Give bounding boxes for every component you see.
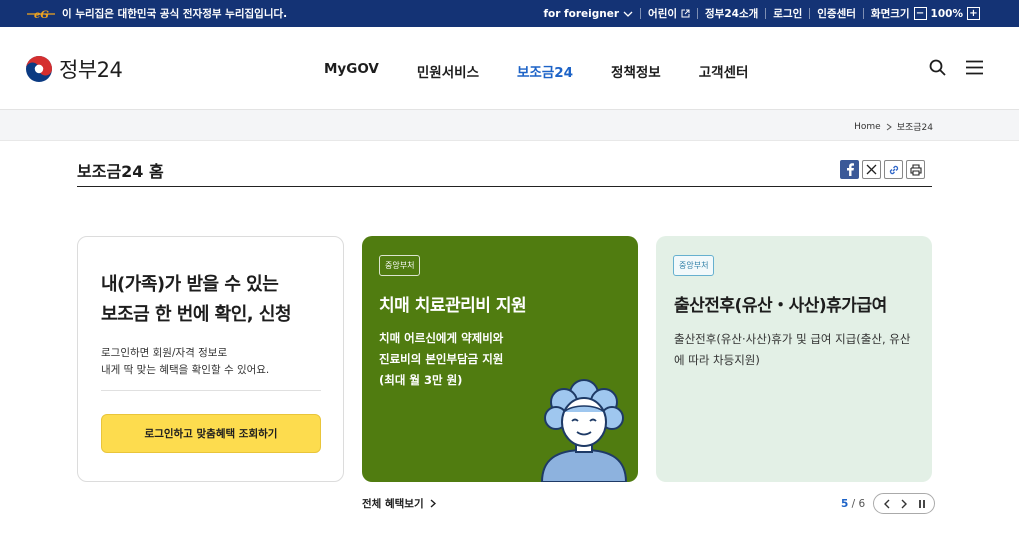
main-navigation: MyGOV 민원서비스 보조금24 정책정보 고객센터 xyxy=(324,61,786,81)
benefit-title: 치매 치료관리비 지원 xyxy=(379,296,527,316)
zoom-in-button[interactable]: + xyxy=(967,7,980,20)
nav-customer-center[interactable]: 고객센터 xyxy=(699,61,749,81)
benefit-card-dementia[interactable]: 중앙부처 치매 치료관리비 지원 치매 어르신에게 약제비와 진료비의 본인부담… xyxy=(362,236,638,482)
about-label: 정부24소개 xyxy=(705,8,759,20)
site-header: 정부24 MyGOV 민원서비스 보조금24 정책정보 고객센터 xyxy=(0,27,1019,110)
zoom-level: 100% xyxy=(930,7,963,20)
nav-subsidy24[interactable]: 보조금24 xyxy=(517,61,573,81)
login-label: 로그인 xyxy=(773,8,803,20)
taegeuk-logo-icon xyxy=(26,56,52,82)
divider xyxy=(101,390,321,391)
pause-icon[interactable] xyxy=(918,499,926,509)
font-size-label: 화면크기 xyxy=(870,8,910,20)
benefit-card-maternity-leave[interactable]: 중앙부처 출산전후(유산・사산)휴가급여 출산전후(유산·사산)휴가 및 급여 … xyxy=(656,236,932,482)
breadcrumb-home[interactable]: Home xyxy=(854,122,881,132)
external-link-icon xyxy=(681,9,690,18)
home-logo[interactable]: 정부24 xyxy=(25,54,123,84)
login-check-benefits-button[interactable]: 로그인하고 맞춤혜택 조회하기 xyxy=(101,414,321,453)
benefit-description: 출산전후(유산·사산)휴가 및 급여 지급(출산, 유산에 따라 차등지원) xyxy=(674,332,911,367)
breadcrumb-current[interactable]: 보조금24 xyxy=(897,120,933,133)
nav-civil-service[interactable]: 민원서비스 xyxy=(417,61,479,81)
cert-center-link[interactable]: 인증센터 xyxy=(810,6,863,21)
ministry-tag: 중앙부처 xyxy=(379,255,421,276)
elderly-woman-illustration-icon xyxy=(540,379,628,482)
share-tools xyxy=(840,160,925,179)
login-card-desc-line2: 내게 딱 맞는 혜택을 확인할 수 있어요. xyxy=(101,364,270,376)
copy-link-button[interactable] xyxy=(884,160,903,179)
for-foreigner-label: for foreigner xyxy=(543,7,620,20)
about-link[interactable]: 정부24소개 xyxy=(698,6,765,21)
font-size-control: 화면크기 − 100% + xyxy=(864,6,987,21)
link-icon xyxy=(889,165,898,174)
login-card-desc-line1: 로그인하면 회원/자격 정보로 xyxy=(101,347,228,359)
login-benefit-card: 내(가족)가 받을 수 있는 보조금 한 번에 확인, 신청 로그인하면 회원/… xyxy=(77,236,344,482)
benefit-desc-line3: (최대 월 3만 원) xyxy=(379,373,463,387)
egov-logo-icon: eG xyxy=(27,10,55,20)
carousel-controls xyxy=(873,493,936,514)
benefit-description: 치매 어르신에게 약제비와 진료비의 본인부담금 지원 (최대 월 3만 원) xyxy=(379,328,503,391)
breadcrumb: Home 보조금24 xyxy=(854,120,933,134)
chevron-right-icon xyxy=(430,499,436,508)
previous-icon[interactable] xyxy=(883,499,891,509)
chevron-right-icon xyxy=(886,123,892,130)
benefit-desc-line2: 진료비의 본인부담금 지원 xyxy=(379,352,504,366)
zoom-out-button[interactable]: − xyxy=(913,7,927,20)
x-share-button[interactable] xyxy=(862,160,881,179)
login-card-heading: 내(가족)가 받을 수 있는 보조금 한 번에 확인, 신청 xyxy=(101,270,292,330)
chevron-down-icon xyxy=(623,11,633,17)
official-banner: eG 이 누리집은 대한민국 공식 전자정부 누리집입니다. for forei… xyxy=(0,0,1019,27)
kids-label: 어린이 xyxy=(648,8,678,20)
benefit-title: 출산전후(유산・사산)휴가급여 xyxy=(674,296,887,316)
view-all-benefits-link[interactable]: 전체 혜택보기 xyxy=(362,496,436,511)
x-logo-icon xyxy=(866,164,877,175)
title-divider xyxy=(77,186,932,187)
search-icon[interactable] xyxy=(929,59,946,76)
page-indicator: 5 / 6 xyxy=(841,498,865,510)
nav-policy-info[interactable]: 정책정보 xyxy=(611,61,661,81)
carousel-pager: 5 / 6 xyxy=(841,493,936,514)
benefit-desc-line1: 치매 어르신에게 약제비와 xyxy=(379,331,504,345)
facebook-share-button[interactable] xyxy=(840,160,859,179)
page-title: 보조금24 홈 xyxy=(77,162,164,181)
official-notice-text: 이 누리집은 대한민국 공식 전자정부 누리집입니다. xyxy=(62,8,288,20)
utility-links: for foreigner 어린이 정부24소개 로그인 인증센터 화면크기 −… xyxy=(536,0,987,27)
login-link[interactable]: 로그인 xyxy=(766,6,809,21)
facebook-icon xyxy=(846,163,854,176)
hamburger-menu-icon[interactable] xyxy=(966,60,983,75)
nav-mygov[interactable]: MyGOV xyxy=(324,61,379,81)
for-foreigner-dropdown[interactable]: for foreigner xyxy=(536,8,640,20)
view-all-benefits-label: 전체 혜택보기 xyxy=(362,498,424,510)
next-icon[interactable] xyxy=(900,499,908,509)
cert-center-label: 인증센터 xyxy=(817,8,856,20)
official-notice[interactable]: eG 이 누리집은 대한민국 공식 전자정부 누리집입니다. xyxy=(26,0,287,27)
login-card-heading-line2: 보조금 한 번에 확인, 신청 xyxy=(101,304,292,325)
page-separator: / xyxy=(851,497,856,510)
breadcrumb-bar: Home 보조금24 xyxy=(0,110,1019,141)
printer-icon xyxy=(909,163,922,176)
header-actions xyxy=(929,59,983,76)
login-card-heading-line1: 내(가족)가 받을 수 있는 xyxy=(101,274,279,295)
current-page: 5 xyxy=(841,497,849,510)
svg-text:eG: eG xyxy=(34,10,49,20)
login-card-description: 로그인하면 회원/자격 정보로 내게 딱 맞는 혜택을 확인할 수 있어요. xyxy=(101,345,269,379)
ministry-tag: 중앙부처 xyxy=(673,255,715,276)
kids-link[interactable]: 어린이 xyxy=(641,6,697,21)
brand-name: 정부24 xyxy=(59,58,123,82)
total-pages: 6 xyxy=(858,497,866,510)
print-button[interactable] xyxy=(906,160,925,179)
